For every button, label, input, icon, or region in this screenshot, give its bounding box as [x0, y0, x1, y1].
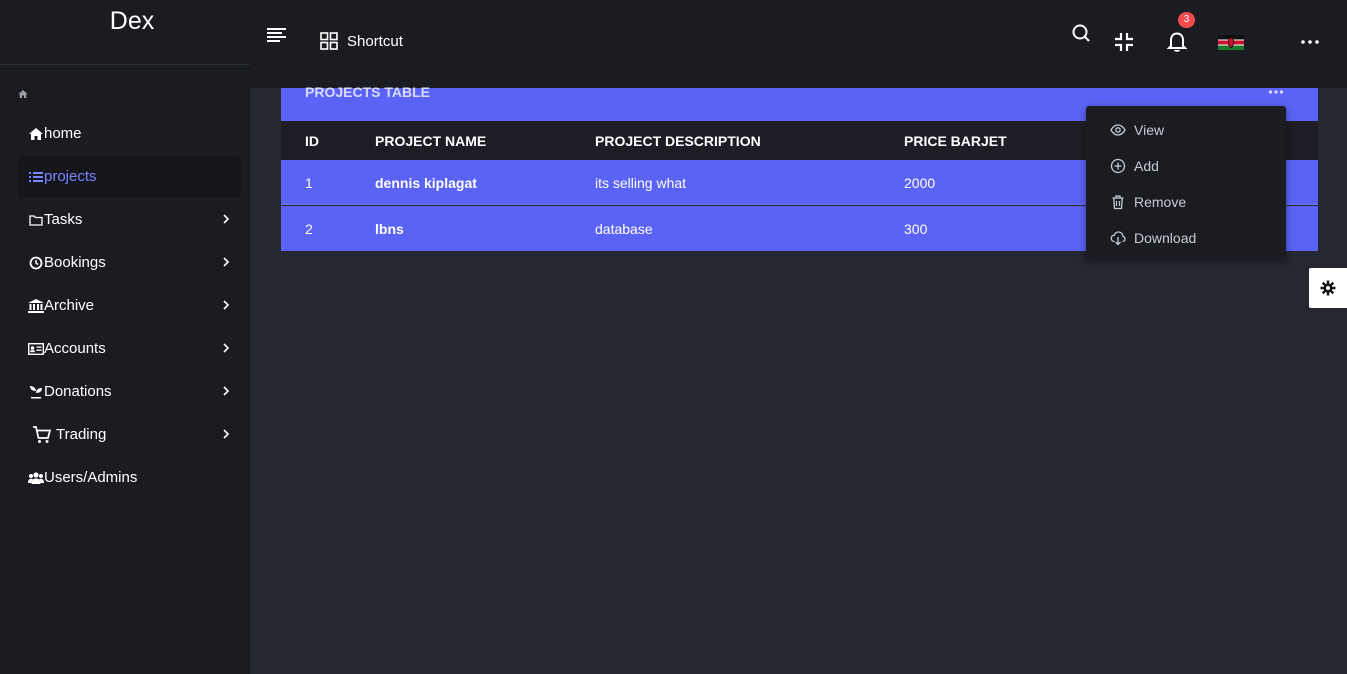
cell-id: 1: [305, 175, 313, 191]
column-header-project-description: PROJECT DESCRIPTION: [595, 133, 761, 149]
grid-icon: [320, 32, 338, 50]
dropdown-item-label: Remove: [1134, 194, 1187, 210]
more-options-icon[interactable]: [1299, 31, 1321, 53]
column-header-project-name: PROJECT NAME: [375, 133, 487, 149]
dropdown-item-download[interactable]: Download: [1110, 230, 1196, 246]
dropdown-item-label: Add: [1134, 158, 1159, 174]
home-breadcrumb-icon[interactable]: [18, 89, 28, 99]
settings-toggle-button[interactable]: [1309, 268, 1347, 308]
cell-id: 2: [305, 221, 313, 237]
kenya-flag-icon[interactable]: [1218, 35, 1244, 50]
column-header-id: ID: [305, 133, 319, 149]
sidebar-item-bookings[interactable]: Bookings: [18, 242, 241, 283]
sidebar-item-home[interactable]: home: [18, 113, 241, 154]
folder-icon: [28, 213, 44, 227]
sidebar-item-label: Bookings: [44, 254, 106, 271]
card-more-icon[interactable]: [1268, 89, 1284, 95]
seedling-icon: [28, 385, 44, 399]
sidebar-item-users-admins[interactable]: Users/Admins: [18, 457, 241, 498]
chevron-right-icon: [223, 343, 230, 353]
clock-icon: [28, 256, 44, 270]
chevron-right-icon: [223, 214, 230, 224]
notification-badge: 3: [1178, 12, 1195, 28]
sidebar-item-projects[interactable]: projects: [18, 156, 241, 197]
sidebar-item-label: Users/Admins: [44, 469, 138, 486]
bank-icon: [28, 298, 44, 313]
sidebar-item-tasks[interactable]: Tasks: [18, 199, 241, 240]
sidebar: Dex home projects Tasks Bookings Archive…: [0, 0, 250, 674]
brand-name: Dex: [109, 7, 155, 35]
card-actions-dropdown: View Add Remove Download: [1086, 106, 1286, 260]
dropdown-item-label: Download: [1134, 230, 1197, 246]
sidebar-item-archive[interactable]: Archive: [18, 285, 241, 326]
chevron-right-icon: [223, 300, 230, 310]
chevron-right-icon: [223, 386, 230, 396]
chevron-right-icon: [223, 257, 230, 267]
shortcut-button[interactable]: Shortcut: [320, 32, 403, 50]
brand: Dex: [0, 0, 250, 65]
dropdown-item-label: View: [1134, 122, 1165, 138]
chevron-right-icon: [223, 429, 230, 439]
sidebar-item-trading[interactable]: Trading: [18, 414, 241, 455]
card-title: PROJECTS TABLE: [305, 84, 430, 100]
eye-icon: [1110, 124, 1126, 136]
menu-toggle-icon[interactable]: [267, 25, 287, 43]
sidebar-item-donations[interactable]: Donations: [18, 371, 241, 412]
home-icon: [28, 127, 44, 141]
cell-price: 2000: [904, 175, 936, 191]
cell-price: 300: [904, 221, 928, 237]
sidebar-item-label: Trading: [56, 426, 107, 443]
column-header-price: PRICE BARJET: [904, 133, 1007, 149]
bell-icon[interactable]: [1166, 30, 1188, 52]
dropdown-item-view[interactable]: View: [1110, 122, 1164, 138]
id-card-icon: [28, 342, 44, 356]
cell-project-description: its selling what: [595, 175, 687, 191]
sidebar-item-label: Archive: [44, 297, 95, 314]
search-icon[interactable]: [1070, 22, 1092, 44]
sidebar-item-label: Donations: [44, 383, 112, 400]
dropdown-item-remove[interactable]: Remove: [1110, 194, 1186, 210]
sidebar-item-label: projects: [44, 168, 97, 185]
sidebar-item-accounts[interactable]: Accounts: [18, 328, 241, 369]
cell-project-name: dennis kiplagat: [375, 175, 477, 191]
users-icon: [28, 471, 44, 485]
sidebar-item-label: home: [44, 125, 82, 142]
cell-project-name: lbns: [375, 221, 404, 237]
cell-project-description: database: [595, 221, 653, 237]
sidebar-item-label: Tasks: [44, 211, 83, 228]
dropdown-item-add[interactable]: Add: [1110, 158, 1159, 174]
list-icon: [28, 170, 44, 184]
sidebar-item-label: Accounts: [44, 340, 106, 357]
gear-icon: [1320, 280, 1336, 296]
trash-icon: [1112, 195, 1124, 210]
cloud-download-icon: [1110, 231, 1126, 246]
plus-circle-icon: [1110, 158, 1126, 174]
shortcut-label: Shortcut: [347, 32, 403, 50]
cart-icon: [28, 425, 56, 443]
fullscreen-exit-icon[interactable]: [1113, 31, 1135, 53]
